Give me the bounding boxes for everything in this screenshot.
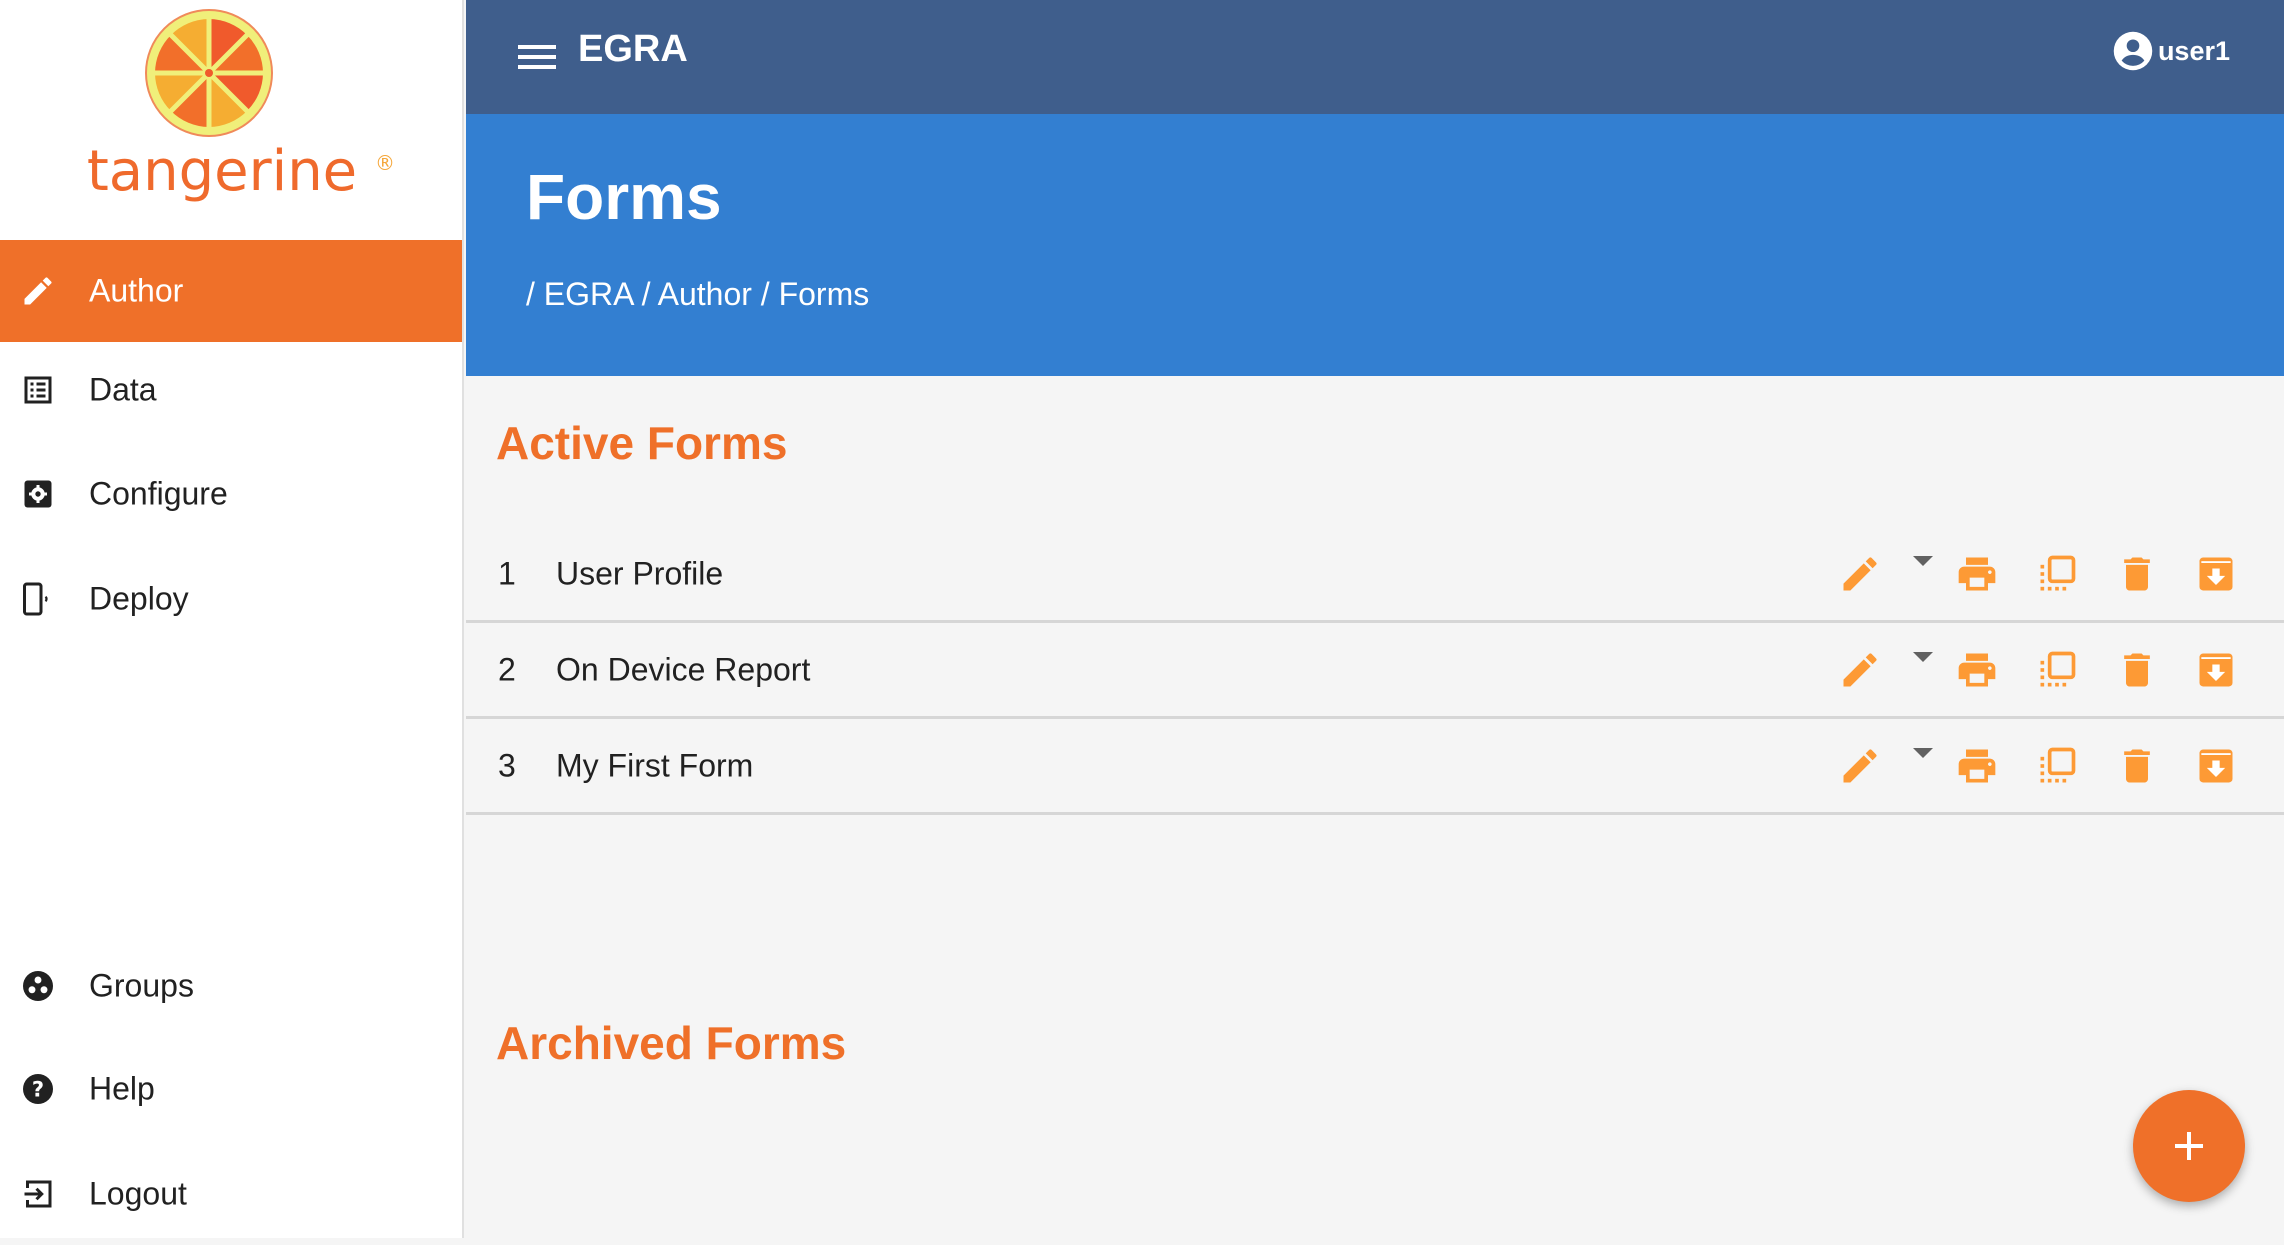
print-button[interactable] — [1955, 552, 1999, 596]
breadcrumb-item-author[interactable]: Author — [658, 276, 752, 312]
help-icon: ? — [23, 1074, 53, 1104]
form-row: 1 User Profile — [466, 527, 2284, 623]
list-icon — [24, 376, 52, 404]
add-form-button[interactable] — [2133, 1090, 2245, 1202]
form-number: 2 — [498, 651, 516, 687]
sidebar-item-label: Author — [89, 272, 184, 309]
form-row: 3 My First Form — [466, 719, 2284, 815]
archive-icon — [2199, 557, 2233, 590]
form-name[interactable]: My First Form — [556, 747, 753, 784]
print-icon — [1958, 653, 1996, 686]
edit-button[interactable] — [1838, 744, 1882, 788]
print-icon — [1958, 557, 1996, 590]
page-title: Forms — [526, 161, 722, 233]
copy-button[interactable] — [2035, 648, 2079, 692]
hamburger-menu-icon — [518, 45, 556, 69]
print-button[interactable] — [1955, 744, 1999, 788]
logout-icon — [24, 1180, 52, 1208]
main-content: Active Forms 1 User Profile 2 On Device … — [466, 376, 2284, 1238]
archived-forms-heading: Archived Forms — [496, 1017, 847, 1069]
mobile-device-icon — [23, 582, 48, 616]
delete-button[interactable] — [2115, 744, 2159, 788]
form-name[interactable]: User Profile — [556, 555, 723, 592]
svg-text:®: ® — [375, 151, 395, 175]
breadcrumb-item-forms[interactable]: Forms — [779, 276, 870, 312]
edit-icon — [1843, 556, 1877, 590]
sidebar-item-help[interactable]: ? Help — [0, 1038, 462, 1140]
tangerine-slice-icon — [145, 9, 273, 137]
groups-icon — [23, 971, 53, 1001]
sidebar-item-label: Groups — [89, 967, 194, 1004]
sidebar-item-author[interactable]: Author — [0, 240, 462, 342]
print-button[interactable] — [1955, 648, 1999, 692]
sidebar-item-groups[interactable]: Groups — [0, 935, 462, 1037]
top-app-bar: EGRA user1 — [466, 0, 2284, 114]
breadcrumb: / EGRA / Author / Forms — [526, 276, 870, 312]
page-header: Forms / EGRA / Author / Forms — [466, 114, 2284, 376]
copy-icon — [2040, 555, 2076, 590]
sidebar-item-data[interactable]: Data — [0, 339, 462, 441]
user-menu-button[interactable]: user1 — [2112, 30, 2230, 72]
username: user1 — [2157, 35, 2230, 66]
archive-icon — [2199, 749, 2233, 782]
delete-button[interactable] — [2115, 648, 2159, 692]
account-circle-icon — [2113, 31, 2153, 71]
archive-icon — [2199, 653, 2233, 686]
archive-button[interactable] — [2194, 552, 2238, 596]
form-row: 2 On Device Report — [466, 623, 2284, 719]
delete-icon — [2124, 749, 2150, 782]
dropdown-caret-icon[interactable] — [1913, 747, 1933, 758]
dropdown-caret-icon[interactable] — [1913, 651, 1933, 662]
edit-button[interactable] — [1838, 648, 1882, 692]
settings-box-icon — [24, 480, 52, 508]
copy-button[interactable] — [2035, 744, 2079, 788]
sidebar-item-label: Logout — [89, 1175, 187, 1212]
svg-text:?: ? — [32, 1078, 44, 1102]
copy-icon — [2040, 651, 2076, 686]
sidebar-item-label: Data — [89, 371, 157, 408]
edit-icon — [1843, 652, 1877, 686]
sidebar-item-deploy[interactable]: Deploy — [0, 548, 462, 650]
delete-icon — [2124, 557, 2150, 590]
menu-button[interactable] — [518, 37, 556, 77]
app-title: EGRA — [578, 28, 688, 70]
sidebar-item-configure[interactable]: Configure — [0, 443, 462, 545]
breadcrumb-item-egra[interactable]: EGRA — [544, 276, 633, 312]
sidebar-item-label: Help — [89, 1070, 155, 1107]
sidebar-item-label: Deploy — [89, 580, 189, 617]
delete-icon — [2124, 653, 2150, 686]
edit-button[interactable] — [1838, 552, 1882, 596]
tangerine-logo: tangerine ® — [0, 0, 462, 240]
dropdown-caret-icon[interactable] — [1913, 555, 1933, 566]
print-icon — [1958, 749, 1996, 782]
brand-name: tangerine — [87, 139, 357, 204]
delete-button[interactable] — [2115, 552, 2159, 596]
sidebar: tangerine ® Author Data Configure Deploy… — [0, 0, 464, 1238]
copy-button[interactable] — [2035, 552, 2079, 596]
form-name[interactable]: On Device Report — [556, 651, 810, 688]
form-number: 3 — [498, 747, 516, 783]
edit-icon — [1843, 748, 1877, 782]
copy-icon — [2040, 747, 2076, 782]
archive-button[interactable] — [2194, 648, 2238, 692]
sidebar-item-logout[interactable]: Logout — [0, 1143, 462, 1245]
pencil-icon — [24, 277, 52, 305]
sidebar-item-label: Configure — [89, 475, 228, 512]
archive-button[interactable] — [2194, 744, 2238, 788]
active-forms-heading: Active Forms — [496, 417, 788, 469]
form-number: 1 — [498, 555, 516, 591]
